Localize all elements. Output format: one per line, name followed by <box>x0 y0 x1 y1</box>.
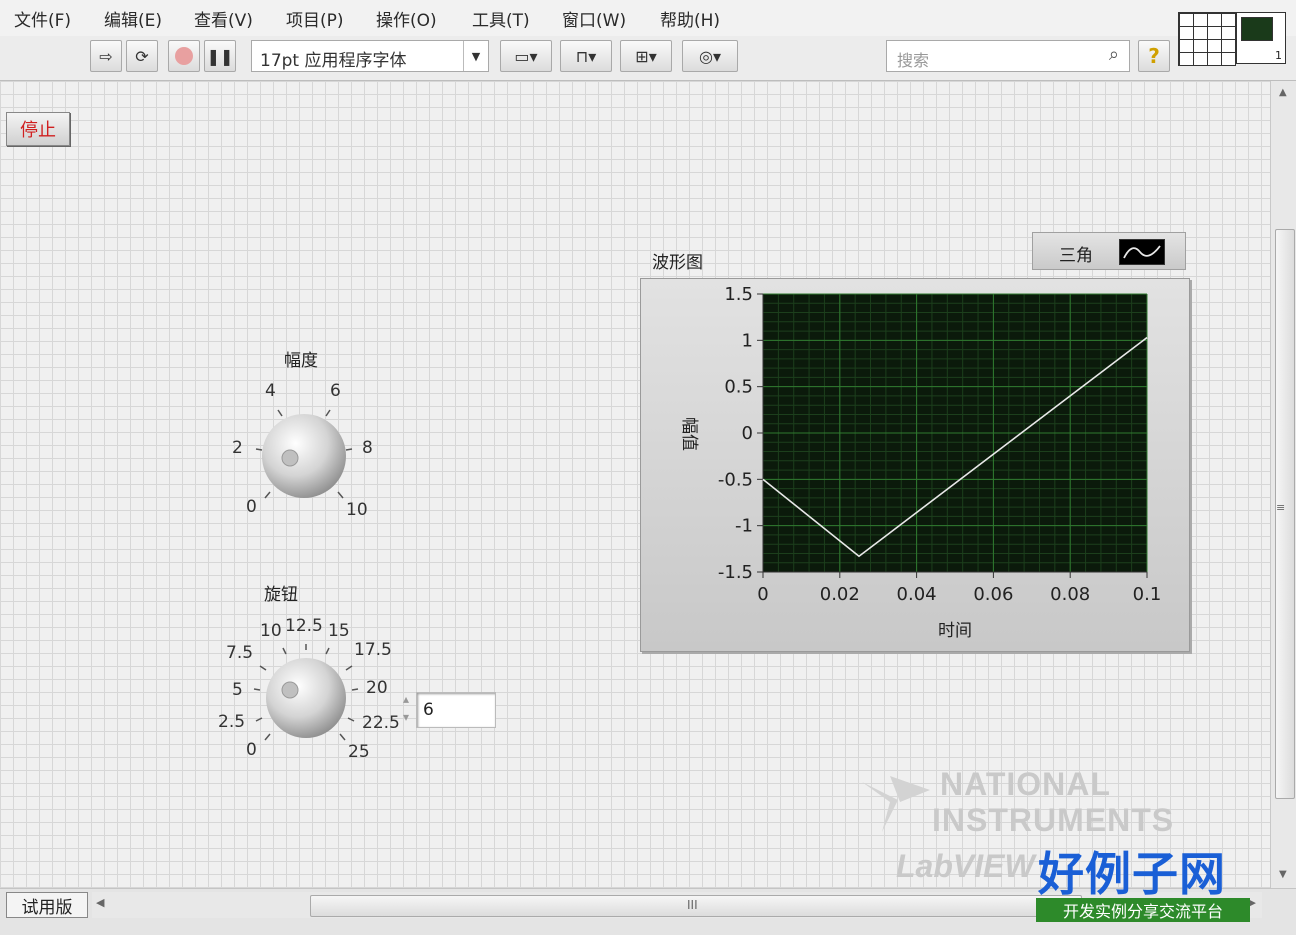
scroll-left-icon[interactable]: ◀ <box>96 896 104 909</box>
y-tick-label: -0.5 <box>718 469 753 490</box>
align-objects-icon[interactable]: ▭▾ <box>500 40 552 72</box>
chevron-down-icon: ▼ <box>463 41 488 71</box>
knob-tick: 10 <box>260 621 282 641</box>
rotary-knob-dial[interactable] <box>266 658 346 738</box>
knob-tick: 5 <box>232 680 243 700</box>
amplitude-tick: 8 <box>362 438 373 458</box>
x-axis-label: 时间 <box>938 621 972 641</box>
font-select[interactable]: 17pt 应用程序字体 ▼ <box>251 40 489 72</box>
menu-help[interactable]: 帮助(H) <box>660 6 720 31</box>
knob-tick: 7.5 <box>226 643 254 663</box>
knob-tick: 2.5 <box>218 712 246 732</box>
trial-badge: 试用版 <box>6 892 88 918</box>
graph-label: 波形图 <box>652 253 703 273</box>
horizontal-scroll-grip: III <box>687 898 698 912</box>
menu-bar: 文件(F) 编辑(E) 查看(V) 项目(P) 操作(O) 工具(T) 窗口(W… <box>0 0 1296 37</box>
vertical-scroll-thumb[interactable] <box>1275 229 1295 799</box>
search-input[interactable]: 搜索 ⌕ <box>886 40 1130 72</box>
horizontal-scroll-thumb[interactable]: III <box>310 895 1082 917</box>
y-axis: 1.5 1 0.5 0 -0.5 -1 -1.5 <box>718 284 764 583</box>
knob-tick: 22.5 <box>362 713 400 733</box>
y-tick-label: -1 <box>735 516 753 537</box>
waveform-graph[interactable]: 1.510.50-0.5-1-1.5 0 0.02 0.04 0.06 0.08 0.1 … <box>640 278 1188 650</box>
ni-eagle-icon <box>862 776 930 832</box>
abort-icon[interactable] <box>168 40 200 72</box>
y-tick-label: 1 <box>742 330 753 351</box>
amplitude-knob-pointer <box>281 449 299 467</box>
x-tick-label: 0.08 <box>1050 584 1090 605</box>
stop-button[interactable]: 停止 <box>6 112 70 146</box>
vi-icon-screen <box>1241 17 1273 41</box>
watermark-slogan: 开发实例分享交流平台 <box>1036 898 1250 922</box>
toolbar: ⇨ ⟳ ❚❚ 17pt 应用程序字体 ▼ ▭▾ ⊓▾ ⊞▾ ◎▾ 搜索 ⌕ ? <box>0 36 1296 81</box>
menu-view[interactable]: 查看(V) <box>194 6 253 31</box>
knob-tick: 12.5 <box>285 616 323 636</box>
plot-legend[interactable]: 三角 <box>1032 232 1186 270</box>
ni-logo-line1: NATIONAL <box>940 766 1111 802</box>
vi-icon-number: 1 <box>1275 49 1282 62</box>
menu-operate[interactable]: 操作(O) <box>376 6 437 31</box>
knob-tick: 15 <box>328 621 350 641</box>
search-icon[interactable]: ⌕ <box>1109 44 1119 65</box>
distribute-objects-icon[interactable]: ⊓▾ <box>560 40 612 72</box>
knob-label: 旋钮 <box>264 585 298 605</box>
menu-file[interactable]: 文件(F) <box>14 6 71 31</box>
knob-tick: 20 <box>366 678 388 698</box>
rotary-knob[interactable] <box>250 642 360 752</box>
y-tick-label: -1.5 <box>718 562 753 583</box>
x-tick-label: 0.06 <box>973 584 1013 605</box>
x-tick-label: 0.02 <box>820 584 860 605</box>
search-placeholder: 搜索 <box>897 51 930 70</box>
amplitude-label: 幅度 <box>284 351 318 371</box>
watermark-brand: 好例子网 <box>1038 847 1226 901</box>
run-continuously-icon[interactable]: ⟳ <box>126 40 158 72</box>
reorder-icon[interactable]: ◎▾ <box>682 40 738 72</box>
rotary-knob-pointer <box>281 681 299 699</box>
font-select-value: 17pt 应用程序字体 <box>260 51 407 71</box>
menu-tools[interactable]: 工具(T) <box>472 6 530 31</box>
amplitude-knob[interactable] <box>248 400 360 512</box>
y-axis-label: 幅值 <box>679 417 699 451</box>
vi-icon[interactable]: 1 <box>1236 12 1286 64</box>
ni-logo-line3: LabVIEW <box>896 848 1035 884</box>
x-axis: 0 0.02 0.04 0.06 0.08 0.1 <box>757 571 1162 605</box>
y-tick-label: 0 <box>742 423 753 444</box>
pause-icon[interactable]: ❚❚ <box>204 40 236 72</box>
amplitude-knob-dial[interactable] <box>262 414 346 498</box>
legend-line-swatch <box>1119 239 1165 265</box>
amplitude-tick: 2 <box>232 438 243 458</box>
menu-edit[interactable]: 编辑(E) <box>104 6 162 31</box>
ni-logo-line2: INSTRUMENTS <box>932 802 1175 838</box>
x-tick-label: 0.04 <box>897 584 937 605</box>
help-button[interactable]: ? <box>1138 40 1170 72</box>
legend-series-name: 三角 <box>1059 246 1093 266</box>
menu-window[interactable]: 窗口(W) <box>562 6 626 31</box>
menu-project[interactable]: 项目(P) <box>286 6 344 31</box>
vertical-scroll-grip: ≡ <box>1276 501 1286 514</box>
run-arrow-icon[interactable]: ⇨ <box>90 40 122 72</box>
resize-objects-icon[interactable]: ⊞▾ <box>620 40 672 72</box>
y-tick-label: 0.5 <box>724 377 753 398</box>
knob-increment-icon[interactable]: ▴ ▾ <box>398 690 414 730</box>
scroll-down-icon[interactable]: ▼ <box>1279 869 1287 880</box>
y-tick-label: 1.5 <box>724 284 753 305</box>
amplitude-tick: 4 <box>265 381 276 401</box>
knob-value-input[interactable]: 6 <box>416 692 496 728</box>
vertical-scrollbar[interactable]: ▲ ≡ ▼ <box>1270 81 1296 888</box>
x-tick-label: 0 <box>757 584 768 605</box>
x-tick-label: 0.1 <box>1133 584 1162 605</box>
amplitude-tick: 6 <box>330 381 341 401</box>
connector-pane-icon[interactable] <box>1178 12 1236 66</box>
site-watermark: 好例子网 开发实例分享交流平台 <box>1036 838 1252 926</box>
scroll-up-icon[interactable]: ▲ <box>1279 87 1287 98</box>
